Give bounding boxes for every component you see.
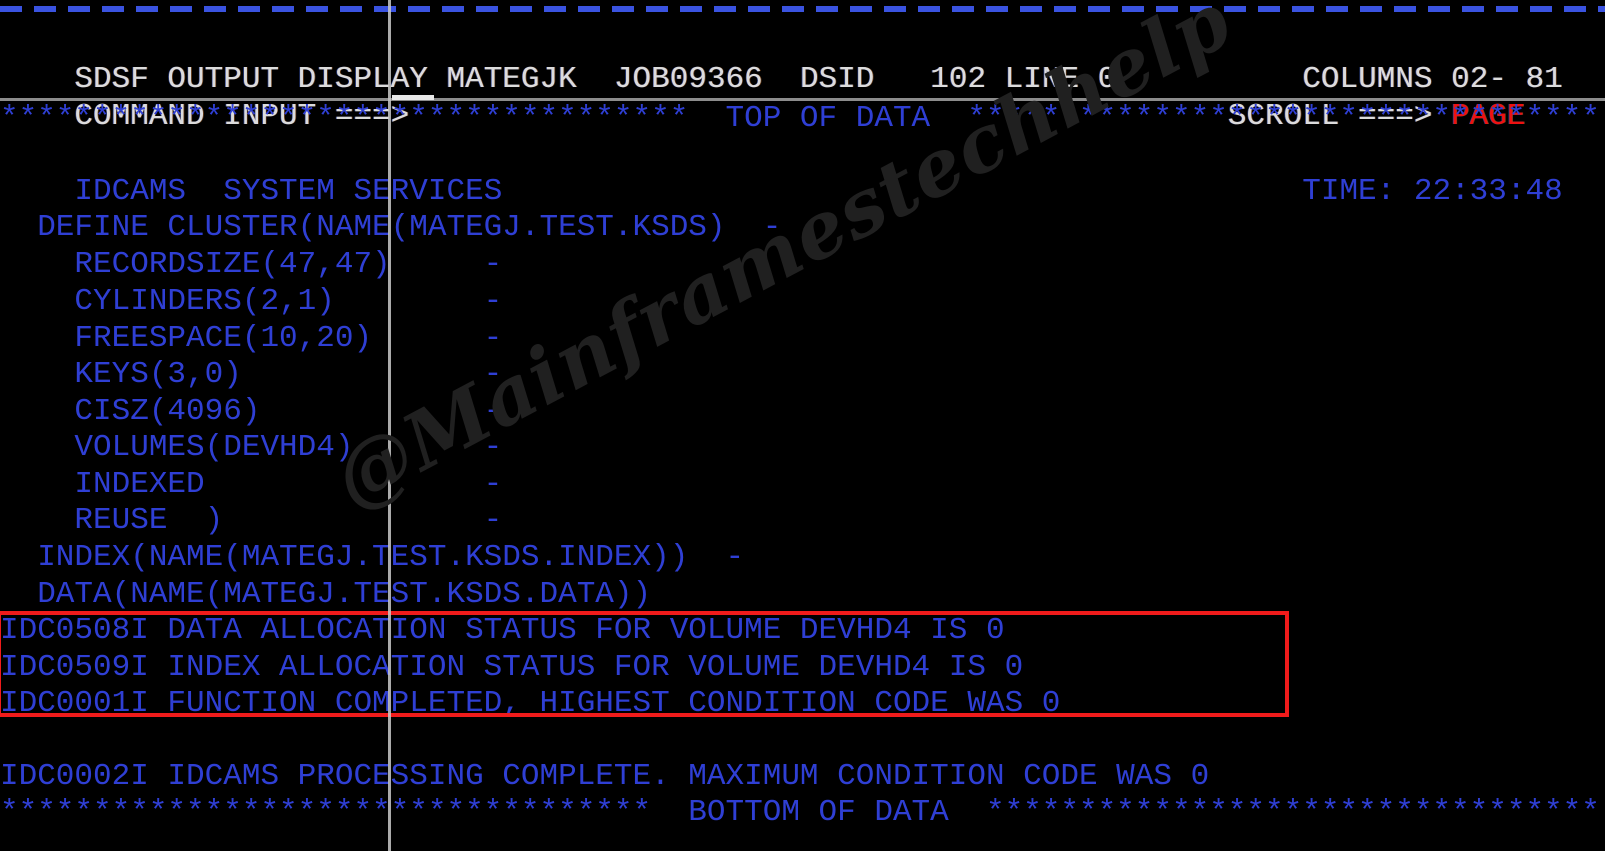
terminal-screen: SDSF OUTPUT DISPLAY MATEGJK JOB09366 DSI…: [0, 0, 1605, 851]
panel-header-line: SDSF OUTPUT DISPLAY MATEGJK JOB09366 DSI…: [0, 24, 1605, 97]
command-line-row: COMMAND INPUT ===> SCROLL ===> PAGE: [0, 61, 1605, 134]
idc-final-message: IDC0002I IDCAMS PROCESSING COMPLETE. MAX…: [0, 759, 1210, 794]
jcl-line: VOLUMES(DEVHD4) -: [0, 430, 503, 465]
top-of-data-marker: ************************************* TO…: [0, 101, 1600, 136]
jcl-line: CYLINDERS(2,1) -: [0, 284, 503, 319]
column-cursor-marker: [388, 0, 391, 851]
idc-message-line: IDC0509I INDEX ALLOCATION STATUS FOR VOL…: [0, 650, 1024, 685]
idcams-banner-row: IDCAMS SYSTEM SERVICES TIME: 22:33:48: [0, 136, 1605, 209]
time-label: TIME:: [1302, 174, 1396, 209]
time-value: 22:33:48: [1413, 174, 1563, 209]
jcl-line: INDEXED -: [0, 467, 503, 502]
jcl-line: CISZ(4096) -: [0, 394, 503, 429]
idc-message-line: IDC0001I FUNCTION COMPLETED, HIGHEST CON…: [0, 686, 1061, 721]
idc-message-line: IDC0508I DATA ALLOCATION STATUS FOR VOLU…: [0, 613, 1005, 648]
jcl-line: FREESPACE(10,20) -: [0, 321, 503, 356]
jcl-line: KEYS(3,0) -: [0, 357, 503, 392]
jcl-line: RECORDSIZE(47,47) -: [0, 247, 503, 282]
top-dashed-separator: [0, 6, 1605, 12]
jcl-line: DEFINE CLUSTER(NAME(MATEGJ.TEST.KSDS) -: [37, 210, 782, 245]
jcl-line: INDEX(NAME(MATEGJ.TEST.KSDS.INDEX)) -: [0, 540, 745, 575]
jcl-line: REUSE ) -: [0, 503, 503, 538]
bottom-of-data-marker: *********************************** BOTT…: [0, 795, 1600, 830]
jcl-line: DATA(NAME(MATEGJ.TEST.KSDS.DATA)): [0, 577, 652, 612]
idcams-banner-text: IDCAMS SYSTEM SERVICES: [74, 174, 503, 209]
